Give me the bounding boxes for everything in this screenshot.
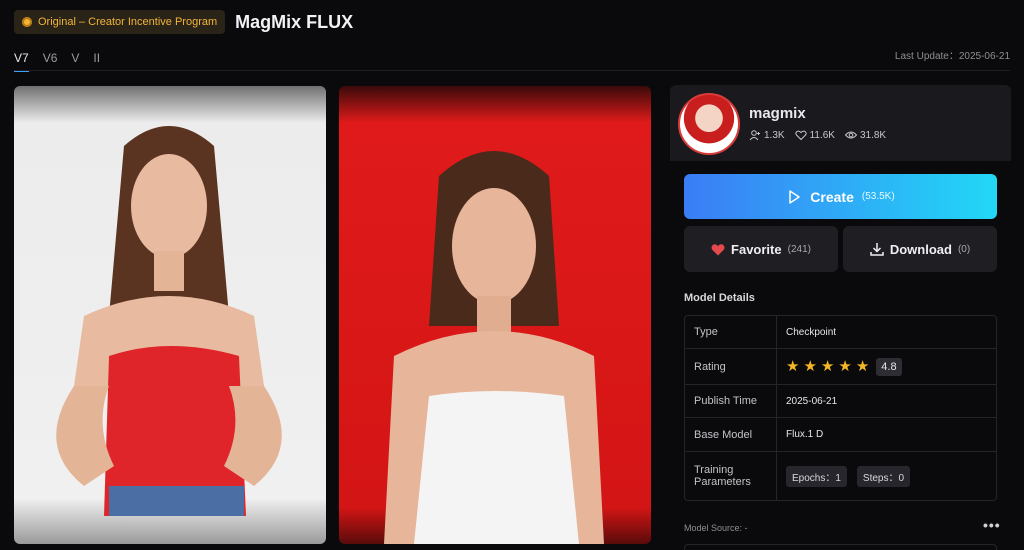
creator-program-badge[interactable]: Original – Creator Incentive Program: [14, 10, 226, 34]
tab-version-v7[interactable]: V7: [14, 51, 29, 72]
last-update: Last Update：2025-06-21: [894, 51, 1010, 62]
tab-version-v6[interactable]: V6: [43, 51, 58, 72]
download-label: Download: [889, 241, 952, 257]
detail-row-publish: Publish Time 2025-06-21: [685, 385, 996, 418]
create-label: Create: [810, 188, 854, 205]
create-count: (53.5K): [861, 191, 895, 202]
author-name[interactable]: magmix: [749, 105, 806, 122]
play-icon: [789, 189, 801, 204]
version-tabs: V7 V6 V II: [14, 51, 100, 72]
detail-row-training: Training Parameters Epochs：1 Steps：0: [685, 452, 996, 500]
detail-key: Rating: [685, 349, 777, 384]
followers-count: 1.3K: [764, 129, 785, 141]
star-icon: ★: [838, 358, 852, 375]
detail-key: Type: [685, 316, 777, 348]
tab-version-v[interactable]: V: [71, 51, 79, 72]
author-avatar[interactable]: [678, 93, 740, 155]
create-button[interactable]: Create (53.5K): [684, 174, 997, 219]
rating-value: 4.8: [876, 357, 902, 376]
detail-row-rating: Rating ★ ★ ★ ★ ★ 4.8: [685, 349, 996, 385]
detail-value: Flux.1 D: [786, 429, 824, 440]
favorite-label: Favorite: [731, 241, 782, 257]
steps-tag: Steps：0: [856, 465, 911, 487]
detail-row-base-model: Base Model Flux.1 D: [685, 418, 996, 452]
page-title: MagMix FLUX: [235, 11, 354, 32]
detail-value: Checkpoint: [786, 326, 837, 338]
model-details-heading: Model Details: [684, 292, 755, 304]
favorite-button[interactable]: Favorite (241): [684, 226, 838, 272]
rating-stars: ★ ★ ★ ★ ★ 4.8: [777, 349, 996, 384]
detail-key: Training Parameters: [685, 452, 777, 500]
sample-image-2[interactable]: [339, 86, 651, 544]
detail-key: Publish Time: [685, 385, 777, 417]
portrait-white-top-illustration: [384, 151, 604, 544]
detail-value: 2025-06-21: [786, 395, 838, 407]
coin-icon: [22, 17, 32, 27]
user-add-icon: [749, 130, 760, 141]
views-stat: 31.8K: [844, 129, 887, 141]
header: Original – Creator Incentive Program Mag…: [14, 10, 353, 34]
epochs-tag: Epochs：1: [786, 465, 847, 487]
star-icon: ★: [786, 358, 800, 375]
portrait-red-top-illustration: [56, 126, 282, 516]
likes-count: 11.6K: [809, 129, 835, 141]
heart-icon: [711, 243, 725, 255]
author-card: magmix 1.3K 11.6K 31.8K: [670, 85, 1011, 161]
sample-image-1[interactable]: [14, 86, 326, 544]
favorite-count: (241): [787, 243, 811, 255]
tab-version-ii[interactable]: II: [93, 51, 100, 72]
model-source: Model Source: -: [684, 523, 748, 533]
detail-key: Base Model: [685, 418, 777, 451]
likes-stat: 11.6K: [794, 129, 835, 141]
followers-stat: 1.3K: [749, 129, 785, 141]
divider: [14, 70, 1010, 71]
download-button[interactable]: Download (0): [843, 226, 997, 272]
download-count: (0): [957, 243, 971, 255]
badge-label: Original – Creator Incentive Program: [38, 16, 218, 28]
views-count: 31.8K: [859, 129, 887, 141]
eye-icon: [844, 131, 857, 139]
detail-row-type: Type Checkpoint: [685, 316, 996, 349]
download-icon: [870, 243, 884, 256]
model-details-table: Type Checkpoint Rating ★ ★ ★ ★ ★ 4.8 Pub…: [684, 315, 997, 501]
star-icon: ★: [855, 358, 870, 375]
star-icon: ★: [820, 358, 835, 375]
source-box: [684, 544, 997, 550]
heart-outline-icon: [794, 130, 807, 141]
model-info-panel: magmix 1.3K 11.6K 31.8K Create (53.5K) F…: [670, 85, 1011, 550]
author-stats: 1.3K 11.6K 31.8K: [749, 129, 886, 141]
training-tags: Epochs：1 Steps：0: [777, 452, 996, 500]
star-icon: ★: [803, 358, 817, 375]
more-options-icon[interactable]: •••: [983, 517, 1001, 533]
